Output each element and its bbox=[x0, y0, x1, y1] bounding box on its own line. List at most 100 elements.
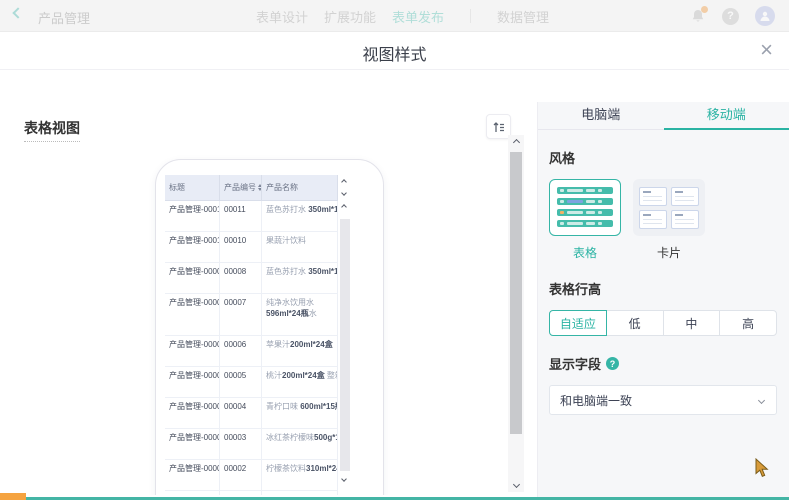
cell-code: 00003 bbox=[220, 429, 262, 460]
preview-table-body: 产品管理-0001100011蓝色苏打水 350ml*12瓶产品管理-00010… bbox=[165, 201, 338, 495]
table-row[interactable]: 产品管理-0000600006苹果汁200ml*24盒 bbox=[165, 336, 338, 367]
cell-code: 00007 bbox=[220, 294, 262, 336]
table-row[interactable] bbox=[165, 491, 338, 495]
chevron-down-icon[interactable] bbox=[341, 190, 347, 196]
cell-code: 00005 bbox=[220, 367, 262, 398]
inner-scrollbar-track[interactable] bbox=[340, 219, 350, 471]
sort-order-icon bbox=[493, 121, 504, 132]
style-option-table-label[interactable]: 表格 bbox=[549, 244, 621, 261]
column-header-code[interactable]: 产品编号 bbox=[220, 175, 262, 201]
cell-code: 00004 bbox=[220, 398, 262, 429]
cell-title: 产品管理-00002 bbox=[165, 460, 220, 491]
display-field-section-title: 显示字段 bbox=[549, 357, 602, 372]
cell-code bbox=[220, 491, 262, 495]
table-row[interactable]: 产品管理-0000200002柠檬茶饮料310ml*24盒 整箱 bbox=[165, 460, 338, 491]
chevron-up-icon[interactable] bbox=[341, 204, 347, 210]
pane-scrollbar[interactable] bbox=[508, 135, 524, 492]
style-option-card[interactable] bbox=[633, 179, 705, 236]
cell-name: 桃汁200ml*24盒 整箱 bbox=[262, 367, 338, 398]
modal-header: 视图样式 × bbox=[0, 32, 789, 70]
cell-title: 产品管理-00008 bbox=[165, 263, 220, 294]
cell-title: 产品管理-00004 bbox=[165, 398, 220, 429]
modal-title: 视图样式 bbox=[362, 47, 427, 64]
cell-title bbox=[165, 491, 220, 495]
device-tabs: 电脑端 移动端 bbox=[538, 102, 789, 130]
cell-title: 产品管理-00011 bbox=[165, 201, 220, 232]
table-row[interactable]: 产品管理-0001000010果蔬汁饮料 bbox=[165, 232, 338, 263]
display-field-help-icon[interactable]: ? bbox=[606, 357, 620, 370]
app-title[interactable]: 产品管理 bbox=[38, 8, 90, 27]
avatar[interactable] bbox=[755, 6, 775, 26]
preview-table-header: 标题 产品编号 产品名称 bbox=[165, 175, 338, 201]
phone-preview-frame: 标题 产品编号 产品名称 产品管理-00011 00011 蓝色苏打水 350ml*… bbox=[155, 159, 384, 495]
scroll-up-button[interactable] bbox=[508, 135, 524, 150]
cell-title: 产品管理-00006 bbox=[165, 336, 220, 367]
row-height-high[interactable]: 高 bbox=[719, 310, 777, 336]
nav-tabs: 表单设计 扩展功能 表单发布 数据管理 bbox=[256, 0, 549, 32]
scroll-down-button[interactable] bbox=[508, 477, 524, 492]
preview-pane-title: 表格视图 bbox=[24, 118, 80, 142]
style-option-card-label[interactable]: 卡片 bbox=[633, 244, 705, 261]
table-row[interactable]: 产品管理-0001100011蓝色苏打水 350ml*12瓶 bbox=[165, 201, 338, 232]
style-option-table[interactable] bbox=[549, 179, 621, 236]
column-header-title[interactable]: 标题 bbox=[165, 175, 220, 201]
help-icon[interactable]: ? bbox=[722, 7, 739, 25]
cell-code: 00002 bbox=[220, 460, 262, 491]
nav-tab-extensions[interactable]: 扩展功能 bbox=[324, 7, 376, 26]
cell-title: 产品管理-00007 bbox=[165, 294, 220, 336]
row-height-medium[interactable]: 中 bbox=[662, 310, 721, 336]
bottom-progress-strip-orange bbox=[0, 493, 26, 500]
nav-tab-data-management[interactable]: 数据管理 bbox=[497, 7, 549, 26]
row-height-section-title: 表格行高 bbox=[549, 282, 602, 297]
display-field-dropdown[interactable]: 和电脑端一致 bbox=[549, 385, 777, 415]
nav-tab-form-publish[interactable]: 表单发布 bbox=[392, 7, 444, 26]
back-button[interactable] bbox=[12, 7, 24, 19]
style-section-title: 风格 bbox=[549, 151, 576, 166]
cell-code: 00008 bbox=[220, 263, 262, 294]
notification-badge bbox=[701, 6, 708, 13]
notifications-bell-icon[interactable] bbox=[690, 6, 708, 24]
preview-pane: 表格视图 标题 产品编号 产品名称 产品管理-00011 00011 蓝色苏打水… bbox=[0, 102, 537, 495]
table-row[interactable]: 产品管理-0000500005桃汁200ml*24盒 整箱 bbox=[165, 367, 338, 398]
row-height-options: 自适应 低 中 高 bbox=[549, 310, 777, 336]
cell-title: 产品管理-00005 bbox=[165, 367, 220, 398]
tab-pc[interactable]: 电脑端 bbox=[538, 102, 664, 129]
nav-tab-form-design[interactable]: 表单设计 bbox=[256, 7, 308, 26]
cell-name: 苹果汁200ml*24盒 bbox=[262, 336, 338, 367]
view-style-modal: 视图样式 × 表格视图 标题 产品编号 产品名称 产品管理-00011 0001… bbox=[0, 32, 789, 500]
back-chevron-icon bbox=[12, 7, 24, 19]
cell-name: 果蔬汁饮料 bbox=[262, 232, 338, 263]
table-row[interactable]: 产品管理-0000300003冰红茶柠檬味500g*15瓶装 bbox=[165, 429, 338, 460]
cell-name: 青柠口味 600ml*15瓶 整箱 bbox=[262, 398, 338, 429]
chevron-up-icon[interactable] bbox=[341, 179, 347, 185]
inner-scrollbar[interactable] bbox=[338, 175, 352, 495]
row-height-auto[interactable]: 自适应 bbox=[549, 310, 607, 336]
close-icon[interactable]: × bbox=[760, 38, 773, 62]
cell-name: 蓝色苏打水 350ml*12瓶 bbox=[262, 263, 338, 294]
cell-title: 产品管理-00003 bbox=[165, 429, 220, 460]
column-header-name[interactable]: 产品名称 bbox=[262, 175, 338, 201]
cell-code: 00006 bbox=[220, 336, 262, 367]
nav-divider bbox=[470, 9, 472, 23]
style-options: 表格 卡片 bbox=[549, 179, 776, 261]
preview-table: 标题 产品编号 产品名称 产品管理-00011 00011 蓝色苏打水 350ml*… bbox=[165, 175, 352, 495]
cell-name: 冰红茶柠檬味500g*15瓶装 bbox=[262, 429, 338, 460]
cell-name: 蓝色苏打水 350ml*12瓶 bbox=[262, 201, 338, 232]
chevron-down-icon bbox=[757, 396, 766, 405]
tab-mobile[interactable]: 移动端 bbox=[663, 102, 789, 130]
card-style-thumbnail bbox=[634, 180, 704, 235]
scrollbar-thumb[interactable] bbox=[510, 152, 522, 434]
table-row[interactable]: 产品管理-0000700007纯净水饮用水 596ml*24瓶水 bbox=[165, 294, 338, 336]
table-style-thumbnail bbox=[557, 187, 613, 194]
cell-name: 纯净水饮用水 596ml*24瓶水 bbox=[262, 294, 338, 336]
cell-code: 00010 bbox=[220, 232, 262, 263]
cell-title: 产品管理-00010 bbox=[165, 232, 220, 263]
table-row[interactable]: 产品管理-0000400004青柠口味 600ml*15瓶 整箱 bbox=[165, 398, 338, 429]
cell-name: 柠檬茶饮料310ml*24盒 整箱 bbox=[262, 460, 338, 491]
display-field-value: 和电脑端一致 bbox=[560, 393, 633, 408]
table-row[interactable]: 产品管理-0000800008蓝色苏打水 350ml*12瓶 bbox=[165, 263, 338, 294]
cell-name bbox=[262, 491, 338, 495]
cursor-pointer bbox=[755, 457, 769, 483]
row-height-low[interactable]: 低 bbox=[605, 310, 664, 336]
chevron-down-icon[interactable] bbox=[341, 476, 347, 482]
